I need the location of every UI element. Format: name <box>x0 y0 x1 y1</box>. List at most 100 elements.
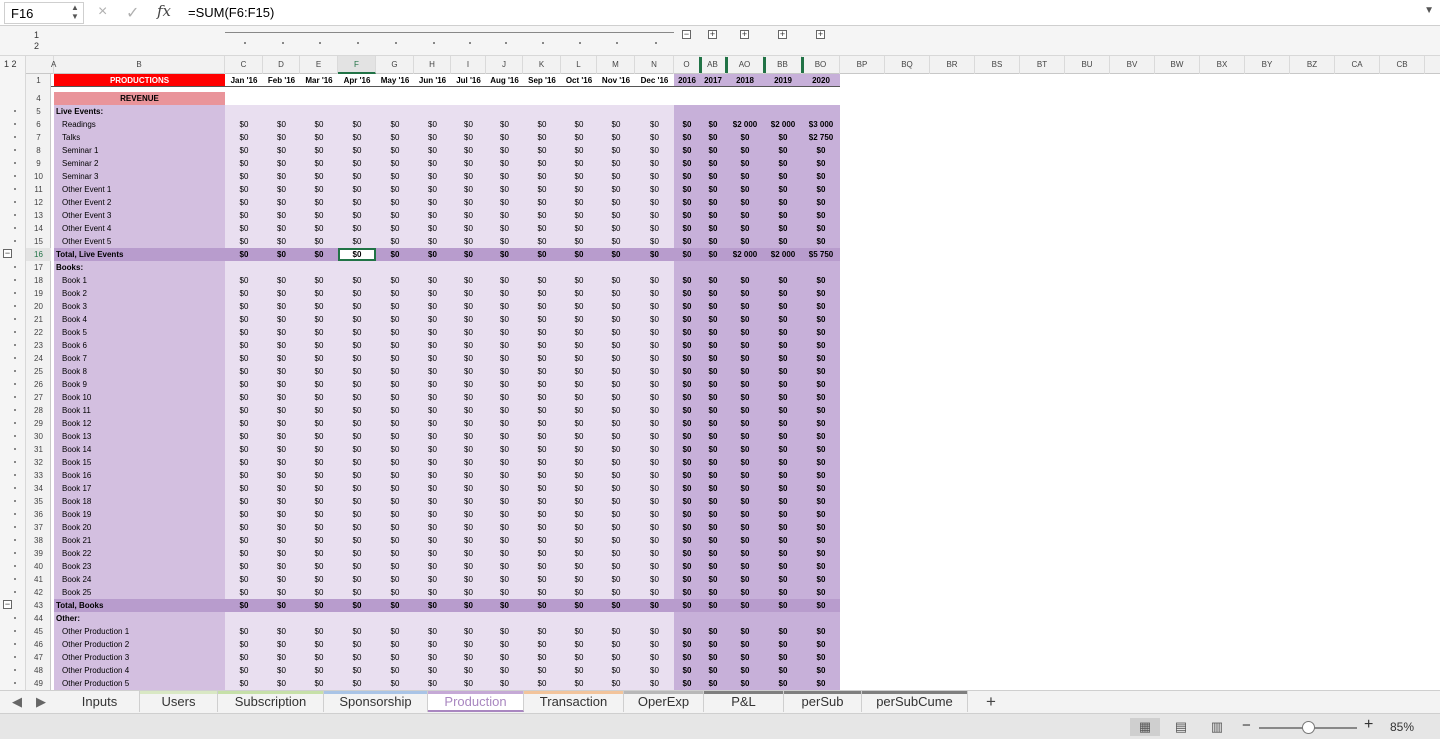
cell-value[interactable]: $0 <box>802 183 840 196</box>
cell-value[interactable]: $0 <box>263 248 300 261</box>
cell-value[interactable]: $0 <box>561 677 597 690</box>
cell-value[interactable]: $0 <box>338 443 376 456</box>
cell-value[interactable]: $0 <box>764 287 802 300</box>
cell-value[interactable]: $0 <box>486 378 523 391</box>
cell-value[interactable]: $0 <box>561 222 597 235</box>
cell-value[interactable]: $0 <box>674 326 700 339</box>
cell-value[interactable]: $0 <box>486 651 523 664</box>
cell-value[interactable]: $0 <box>802 599 840 612</box>
cell-value[interactable]: $0 <box>802 664 840 677</box>
cell-value[interactable]: $0 <box>802 404 840 417</box>
cell-value[interactable]: $0 <box>225 456 263 469</box>
cell-value[interactable]: $0 <box>700 677 726 690</box>
cell-value[interactable]: $0 <box>700 300 726 313</box>
cell-value[interactable]: $0 <box>486 313 523 326</box>
cell-value[interactable]: $0 <box>300 144 338 157</box>
row-header-1[interactable]: 1 <box>26 74 51 87</box>
cell-value[interactable]: $0 <box>726 625 764 638</box>
cell-value[interactable]: $0 <box>376 495 414 508</box>
cell-value[interactable]: $0 <box>700 144 726 157</box>
cell-value[interactable]: $0 <box>414 287 451 300</box>
column-header-ab[interactable]: AB <box>700 56 726 74</box>
cell-value[interactable]: $0 <box>597 300 635 313</box>
column-header-l[interactable]: L <box>561 56 597 74</box>
cell-value[interactable]: $0 <box>225 157 263 170</box>
cell-value[interactable]: $0 <box>597 456 635 469</box>
cell-value[interactable]: $0 <box>764 625 802 638</box>
zoom-out-button[interactable]: − <box>1242 717 1251 734</box>
cell-area[interactable]: PRODUCTIONS Jan '16 Feb '16 Mar '16 Apr '16 M… <box>51 57 1440 690</box>
cell-value[interactable]: $0 <box>300 495 338 508</box>
cell-value[interactable]: $0 <box>414 300 451 313</box>
cell-value[interactable]: $0 <box>338 170 376 183</box>
cell-value[interactable]: $0 <box>597 248 635 261</box>
cell-value[interactable]: $0 <box>263 326 300 339</box>
cell-value[interactable]: $0 <box>561 508 597 521</box>
cell-value[interactable]: $0 <box>376 560 414 573</box>
cell-value[interactable]: $0 <box>597 417 635 430</box>
cell-value[interactable]: $0 <box>263 625 300 638</box>
cell-value[interactable]: $0 <box>300 482 338 495</box>
cell-value[interactable]: $0 <box>376 404 414 417</box>
cell-value[interactable]: $0 <box>700 560 726 573</box>
row-header-23[interactable]: 23 <box>26 339 51 352</box>
cell-value[interactable]: $0 <box>300 378 338 391</box>
cell-value[interactable]: $0 <box>700 534 726 547</box>
cell-value[interactable]: $0 <box>764 131 802 144</box>
cell-value[interactable]: $0 <box>376 456 414 469</box>
cell-value[interactable]: $0 <box>376 235 414 248</box>
cell-value[interactable]: $0 <box>802 430 840 443</box>
cell-value[interactable]: $0 <box>635 326 674 339</box>
row-header-33[interactable]: 33 <box>26 469 51 482</box>
cell-value[interactable]: $0 <box>376 508 414 521</box>
cell-value[interactable]: $0 <box>597 118 635 131</box>
cell-value[interactable]: $0 <box>523 339 561 352</box>
cell-value[interactable]: $0 <box>597 560 635 573</box>
cell-value[interactable]: $0 <box>451 443 486 456</box>
cell-value[interactable]: $0 <box>764 378 802 391</box>
cell-value[interactable]: $0 <box>635 625 674 638</box>
cell-value[interactable]: $0 <box>597 352 635 365</box>
column-header-bv[interactable]: BV <box>1110 56 1155 74</box>
cell-value[interactable]: $0 <box>700 469 726 482</box>
cell-value[interactable]: $0 <box>338 144 376 157</box>
cell-value[interactable]: $0 <box>451 469 486 482</box>
cell-value[interactable]: $2 000 <box>726 118 764 131</box>
cell-value[interactable]: $0 <box>700 274 726 287</box>
cell-value[interactable]: $0 <box>486 326 523 339</box>
cell-value[interactable]: $0 <box>764 651 802 664</box>
cell-value[interactable]: $0 <box>635 664 674 677</box>
cell-value[interactable]: $0 <box>451 521 486 534</box>
cell-value[interactable]: $0 <box>523 599 561 612</box>
cell-value[interactable]: $0 <box>263 287 300 300</box>
cell-value[interactable]: $0 <box>726 183 764 196</box>
cell-value[interactable]: $0 <box>561 495 597 508</box>
cell-value[interactable]: $0 <box>561 443 597 456</box>
cell-value[interactable]: $0 <box>635 235 674 248</box>
column-header-o[interactable]: O <box>674 56 700 74</box>
cell-value[interactable]: $0 <box>225 144 263 157</box>
row-header-49[interactable]: 49 <box>26 677 51 690</box>
cell-value[interactable]: $0 <box>263 430 300 443</box>
cell-value[interactable]: $0 <box>376 664 414 677</box>
cell-value[interactable]: $0 <box>376 339 414 352</box>
cell-value[interactable]: $0 <box>597 326 635 339</box>
cell-value[interactable]: $0 <box>635 508 674 521</box>
cell-value[interactable]: $0 <box>414 521 451 534</box>
selected-cell[interactable]: $0 <box>338 248 376 261</box>
cell-value[interactable]: $0 <box>414 508 451 521</box>
cell-value[interactable]: $0 <box>523 300 561 313</box>
tab-persubcume[interactable]: perSubCume <box>862 691 968 712</box>
cell-value[interactable]: $0 <box>802 313 840 326</box>
cell-value[interactable]: $0 <box>300 677 338 690</box>
cell-value[interactable]: $0 <box>451 222 486 235</box>
cell-value[interactable]: $0 <box>338 521 376 534</box>
cell-value[interactable]: $0 <box>726 326 764 339</box>
cell-value[interactable]: $0 <box>300 547 338 560</box>
row-header-25[interactable]: 25 <box>26 365 51 378</box>
cell-value[interactable]: $0 <box>674 157 700 170</box>
cell-value[interactable]: $0 <box>700 651 726 664</box>
cell-value[interactable]: $0 <box>635 443 674 456</box>
cell-value[interactable]: $0 <box>263 469 300 482</box>
cell-value[interactable]: $0 <box>451 404 486 417</box>
